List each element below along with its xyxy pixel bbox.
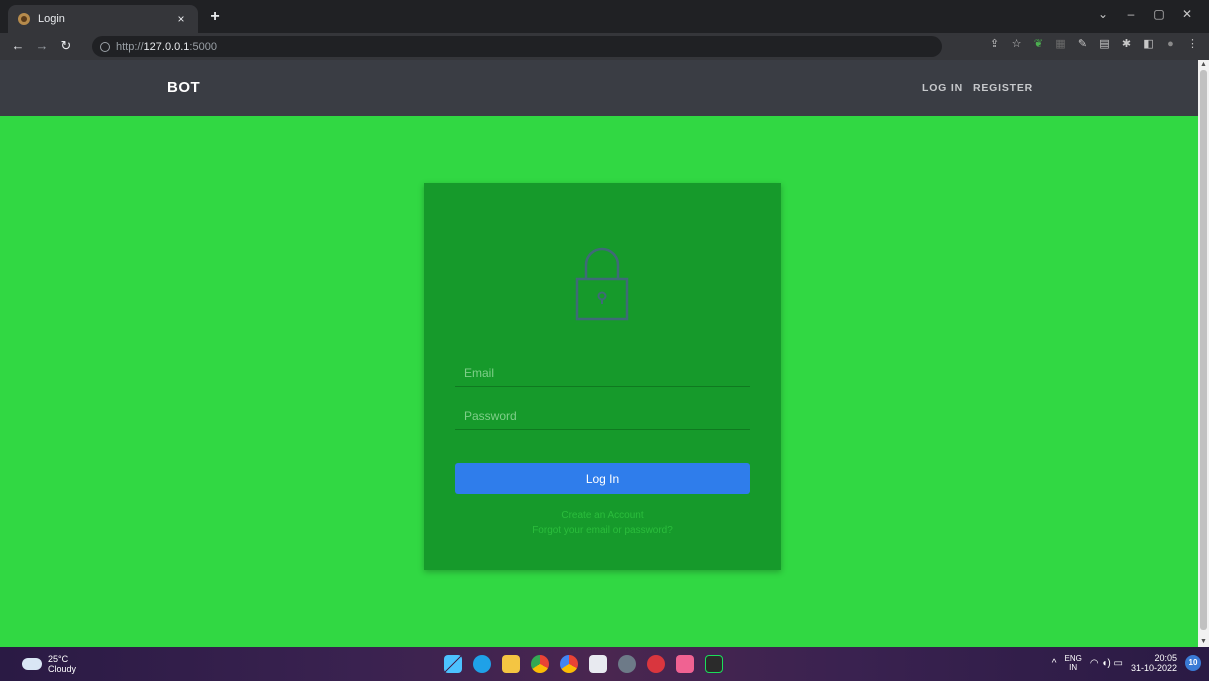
scroll-thumb[interactable] [1200,70,1207,630]
app-navbar: BOT LOG IN REGISTER [0,60,1198,116]
create-account-link[interactable]: Create an Account [424,510,781,521]
close-window-button[interactable]: ✕ [1173,6,1201,22]
new-tab-button[interactable]: + [206,8,224,26]
file-explorer-icon[interactable] [502,655,520,673]
address-bar[interactable]: http:// 127.0.0.1 :5000 [92,36,942,57]
minimize-button[interactable]: – [1117,6,1145,22]
chrome-profile-icon[interactable] [560,655,578,673]
settings-gear-icon[interactable] [618,655,636,673]
pycharm-icon[interactable] [705,655,723,673]
extension-pen-icon[interactable]: ✎ [1076,38,1089,51]
edge-browser-icon[interactable] [473,655,491,673]
page-scrollbar[interactable]: ▲ ▼ [1198,60,1209,647]
notification-badge[interactable]: 10 [1185,655,1201,671]
url-port: :5000 [189,40,217,53]
forward-arrow-icon[interactable]: → [34,38,50,54]
tab-close-icon[interactable]: × [174,12,188,26]
windows-start-icon[interactable] [444,655,462,673]
system-tray: ^ ENG IN ◠ ◖) ▭ 20:05 31-10-2022 10 [1052,653,1201,673]
os-taskbar: 25°C Cloudy ^ ENG IN ◠ ◖) ▭ 20:05 31-10-… [0,647,1209,681]
app-p-icon[interactable] [647,655,665,673]
scroll-up-arrow-icon[interactable]: ▲ [1198,60,1209,70]
language-region: IN [1069,663,1078,672]
tab-title: Login [38,13,65,25]
wifi-volume-battery-icon[interactable]: ◠ ◖) ▭ [1090,658,1123,669]
url-scheme: http:// [116,40,144,53]
clock-date: 31-10-2022 [1130,663,1177,673]
share-icon[interactable]: ⇪ [988,38,1001,51]
browser-tab-login[interactable]: Login × [8,5,198,33]
chrome-icon[interactable] [531,655,549,673]
extensions-puzzle-icon[interactable]: ✱ [1120,38,1133,51]
side-panel-icon[interactable]: ◧ [1142,38,1155,51]
forgot-password-link[interactable]: Forgot your email or password? [424,525,781,536]
nav-login-link[interactable]: LOG IN [922,82,963,94]
brand-logo[interactable]: BOT [167,79,200,96]
weather-condition: Cloudy [48,664,77,674]
microsoft-store-icon[interactable] [589,655,607,673]
page-viewport: BOT LOG IN REGISTER Log In Create an Acc… [0,60,1209,647]
clock[interactable]: 20:05 31-10-2022 [1131,653,1177,673]
language-indicator[interactable]: ENG IN [1065,654,1082,672]
tab-favicon-icon [18,13,30,25]
app-pink-icon[interactable] [676,655,694,673]
tray-overflow-caret-icon[interactable]: ^ [1052,658,1057,669]
menu-kebab-icon[interactable]: ⋮ [1186,38,1199,51]
lock-icon [575,247,629,321]
extension-tray: ⇪ ☆ ❦ ▦ ✎ ▤ ✱ ◧ ● ⋮ [988,38,1199,51]
nav-register-link[interactable]: REGISTER [973,82,1033,94]
nav-links: LOG IN REGISTER [922,82,1033,94]
url-host: 127.0.0.1 [143,40,190,53]
extension-leaf-icon[interactable]: ❦ [1032,38,1045,51]
extension-grid-icon[interactable]: ▦ [1054,38,1067,51]
taskbar-apps [444,655,723,673]
profile-avatar-icon[interactable]: ● [1164,38,1177,51]
login-card: Log In Create an Account Forgot your ema… [424,183,781,570]
clock-time: 20:05 [1154,653,1177,663]
site-info-icon[interactable] [100,41,110,52]
window-controls: ⌄ – ▢ ✕ [1089,6,1201,22]
email-field[interactable] [455,359,750,387]
browser-tabstrip: Login × + ⌄ – ▢ ✕ [0,0,1209,33]
login-button[interactable]: Log In [455,463,750,494]
bookmark-star-icon[interactable]: ☆ [1010,38,1023,51]
restore-button[interactable]: ▢ [1145,6,1173,22]
back-arrow-icon[interactable]: ← [10,38,26,54]
browser-toolbar: ← → ↻ http:// 127.0.0.1 :5000 ⇪ ☆ ❦ ▦ ✎ … [0,33,1209,60]
weather-widget[interactable]: 25°C Cloudy [22,654,76,674]
scroll-down-arrow-icon[interactable]: ▼ [1198,637,1209,647]
language-code: ENG [1064,654,1082,663]
tab-search-icon[interactable]: ⌄ [1089,6,1117,22]
extension-reader-icon[interactable]: ▤ [1098,38,1111,51]
password-field[interactable] [455,402,750,430]
weather-temperature: 25°C [48,654,69,664]
reload-icon[interactable]: ↻ [58,38,74,54]
cloud-icon [22,658,42,670]
